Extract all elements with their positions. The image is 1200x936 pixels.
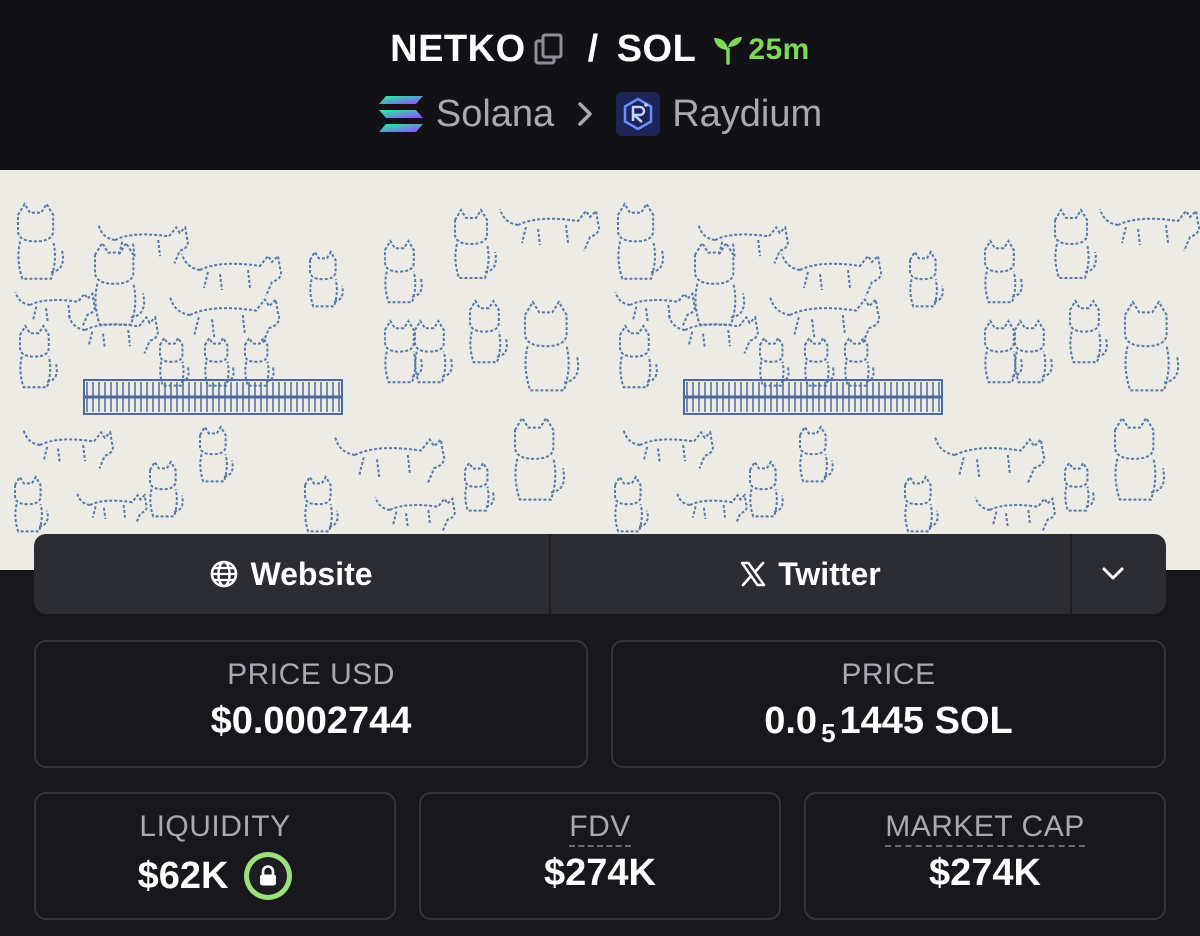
website-label: Website — [250, 555, 373, 592]
social-links-bar: Website Twitter — [34, 534, 1166, 614]
sprout-icon — [714, 36, 743, 65]
price-native-value: 0.0 5 1445 SOL — [613, 700, 1164, 748]
token-banner-image — [0, 170, 1200, 570]
price-usd-card: PRICE USD $0.0002744 — [34, 640, 588, 768]
dex-name[interactable]: Raydium — [672, 93, 822, 136]
base-token-symbol: NETKO — [390, 28, 526, 70]
website-button[interactable]: Website — [34, 534, 551, 614]
pair-age-value: 25m — [748, 32, 810, 66]
solana-icon — [378, 96, 423, 132]
fdv-label-text: FDV — [569, 810, 631, 847]
price-digits: 1445 SOL — [839, 700, 1013, 742]
more-links-dropdown[interactable] — [1072, 534, 1166, 614]
liquidity-value-row: $62K — [36, 852, 394, 900]
pair-title: NETKO / SOL 25m — [0, 28, 1200, 71]
twitter-button[interactable]: Twitter — [551, 534, 1072, 614]
copy-icon[interactable] — [534, 33, 564, 67]
pair-header: NETKO / SOL 25m Solana Raydium — [0, 0, 1200, 170]
chevron-down-icon — [1102, 567, 1124, 580]
price-zero-count: 5 — [821, 718, 836, 748]
cat-pattern-illustration — [14, 202, 1200, 533]
lock-icon[interactable] — [244, 852, 293, 900]
fdv-label[interactable]: FDV — [421, 810, 779, 847]
x-logo-icon — [741, 561, 766, 587]
twitter-label: Twitter — [778, 555, 881, 592]
price-prefix: 0.0 — [764, 700, 818, 742]
price-usd-label: PRICE USD — [227, 658, 395, 691]
globe-icon — [211, 560, 238, 588]
market-cap-value: $274K — [929, 852, 1041, 894]
market-cap-label-text: MARKET CAP — [885, 810, 1085, 847]
price-usd-value: $0.0002744 — [210, 700, 412, 742]
market-cap-label[interactable]: MARKET CAP — [806, 810, 1164, 847]
chain-name[interactable]: Solana — [436, 93, 554, 136]
liquidity-value: $62K — [137, 854, 229, 897]
price-native-label: PRICE — [841, 658, 936, 691]
liquidity-label: LIQUIDITY — [139, 810, 291, 843]
fdv-card: FDV $274K — [419, 792, 781, 920]
market-cap-card: MARKET CAP $274K — [804, 792, 1166, 920]
quote-token-symbol: SOL — [616, 28, 697, 70]
fdv-value: $274K — [544, 852, 656, 894]
chain-breadcrumb: Solana Raydium — [0, 92, 1200, 136]
raydium-icon — [616, 92, 661, 136]
price-native-card: PRICE 0.0 5 1445 SOL — [611, 640, 1166, 768]
chevron-right-icon — [576, 101, 594, 127]
liquidity-card: LIQUIDITY $62K — [34, 792, 396, 920]
pair-age: 25m — [712, 33, 810, 67]
pair-separator: / — [587, 28, 599, 70]
